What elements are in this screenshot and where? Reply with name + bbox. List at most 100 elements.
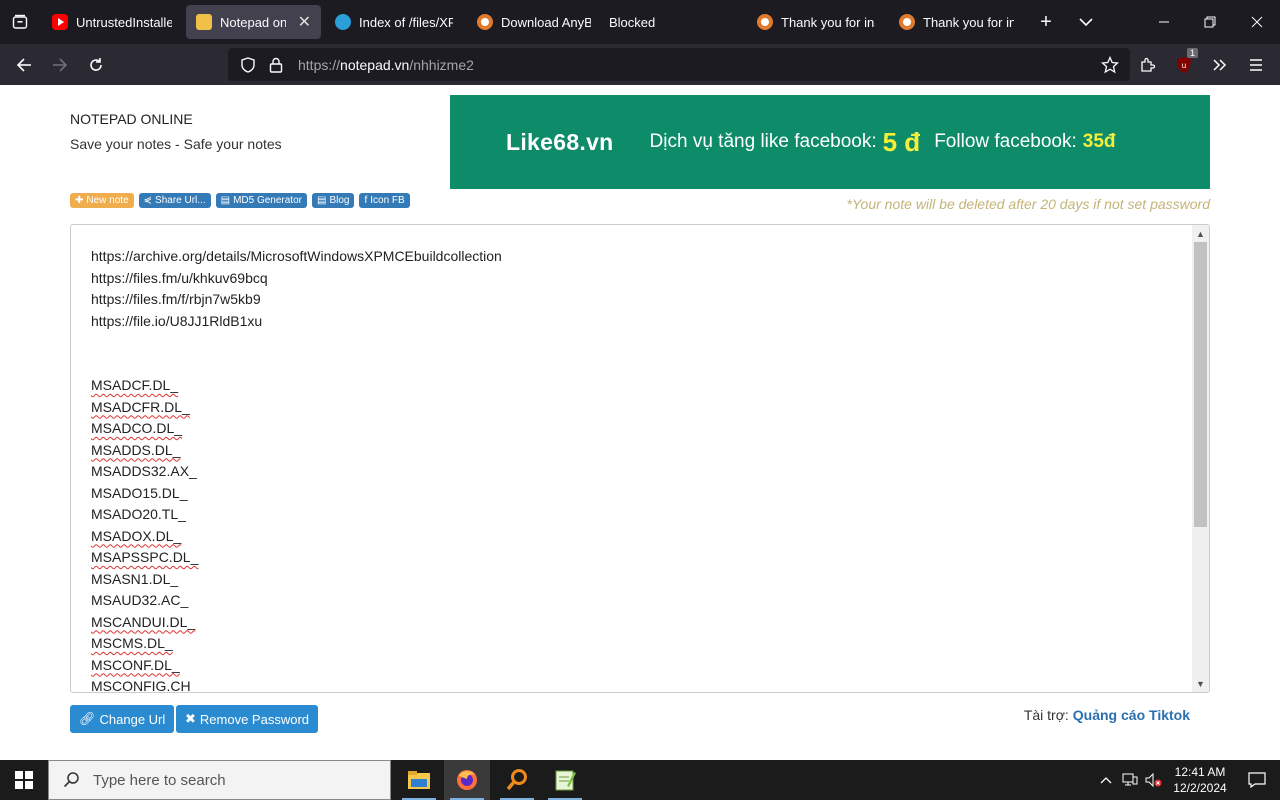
close-tab-icon[interactable]: ✕ (298, 12, 311, 32)
tab-blocked[interactable]: Blocked (605, 5, 743, 39)
minimize-button[interactable] (1141, 0, 1187, 44)
network-icon[interactable] (1118, 760, 1142, 800)
notepad-plus-taskbar-button[interactable] (542, 760, 588, 800)
site-title[interactable]: NOTEPAD ONLINE (70, 111, 193, 127)
md5-generator-button[interactable]: ▤ MD5 Generator (215, 193, 307, 208)
note-line: MSCMS.DL_ (91, 635, 173, 651)
button-label: Remove Password (199, 711, 310, 727)
back-button[interactable] (6, 49, 42, 81)
change-url-button[interactable]: 🔗︎ Change Url (70, 705, 175, 733)
tracking-protection-shield-icon[interactable] (234, 56, 262, 73)
browser-tab-strip: UntrustedInstaller Notepad online ✕ Inde… (0, 0, 1280, 44)
note-line: MSADO15.DL_ (91, 484, 188, 501)
hamburger-menu-icon (1250, 58, 1262, 71)
notification-icon (1248, 772, 1266, 788)
ad-price: 35đ (1082, 131, 1116, 152)
note-textarea[interactable]: https://archive.org/details/MicrosoftWin… (70, 224, 1210, 693)
note-line: MSADDS.DL_ (91, 441, 181, 458)
plus-icon: + (1040, 10, 1052, 33)
file-explorer-taskbar-button[interactable] (396, 760, 442, 800)
arrow-left-icon (16, 57, 31, 72)
volume-muted-icon[interactable] (1142, 760, 1166, 800)
document-icon: ▤ (220, 195, 231, 206)
note-line: MSADCFR.DL_ (91, 398, 190, 415)
search-icon (63, 772, 79, 788)
scroll-down-arrow-icon[interactable]: ▼ (1192, 675, 1209, 692)
share-icon: ⋞ (143, 195, 153, 206)
taskbar-search-box[interactable]: Type here to search (48, 760, 391, 800)
new-note-button[interactable]: ✚ New note (70, 193, 134, 208)
url-text[interactable]: https://notepad.vn/nhhizme2 (298, 57, 474, 73)
close-window-button[interactable] (1234, 0, 1280, 44)
globe-icon (335, 14, 351, 30)
double-chevron-right-icon (1213, 58, 1227, 71)
address-bar[interactable]: https://notepad.vn/nhhizme2 (228, 48, 1130, 81)
list-all-tabs-button[interactable] (1066, 0, 1106, 44)
notifications-button[interactable] (1234, 760, 1280, 800)
note-content[interactable]: https://archive.org/details/MicrosoftWin… (91, 246, 502, 693)
advertisement-banner[interactable]: Like68.vn Dịch vụ tăng like facebook: 5 … (450, 95, 1210, 189)
note-line: MSASN1.DL_ (91, 570, 179, 587)
firefox-taskbar-button[interactable] (444, 760, 490, 800)
share-url-button[interactable]: ⋞ Share Url... (138, 193, 211, 208)
navigation-toolbar: https://notepad.vn/nhhizme2 u 1 (0, 44, 1280, 85)
note-line: MSCANDUI.DL_ (91, 613, 196, 630)
restore-button[interactable] (1187, 0, 1233, 44)
app-menu-button[interactable] (1238, 49, 1274, 81)
tab-thank-you-1[interactable]: Thank you for inst (747, 5, 885, 39)
ublock-origin-button[interactable]: u 1 (1166, 47, 1202, 74)
scroll-thumb[interactable] (1194, 242, 1207, 527)
more-tools-button[interactable] (1202, 49, 1238, 81)
anyrun-icon (757, 14, 773, 30)
ad-price: 5 đ (882, 126, 921, 157)
start-button[interactable] (0, 760, 48, 800)
link-icon: 🔗︎ (79, 711, 96, 726)
tab-untrustedinstaller[interactable]: UntrustedInstaller (42, 5, 182, 39)
lock-icon[interactable] (262, 57, 290, 73)
close-icon (1251, 16, 1263, 28)
tab-index-of-files-xp[interactable]: Index of /files/XP (325, 5, 463, 39)
editor-scrollbar[interactable]: ▲ ▼ (1192, 225, 1209, 692)
tab-download-anyburn[interactable]: Download AnyBu (467, 5, 601, 39)
search-app-icon (506, 769, 527, 791)
search-app-taskbar-button[interactable] (494, 760, 540, 800)
icon-fb-button[interactable]: f Icon FB (359, 193, 410, 208)
extensions-button[interactable] (1130, 49, 1166, 81)
firefox-view-icon (12, 14, 28, 29)
taskbar-clock[interactable]: 12:41 AM 12/2/2024 (1166, 764, 1234, 796)
bookmark-star-icon[interactable] (1096, 55, 1124, 74)
note-line: MSCONFIG.CH (91, 678, 191, 693)
remove-password-button[interactable]: ✖ Remove Password (176, 705, 319, 733)
tab-notepad-online[interactable]: Notepad online ✕ (186, 5, 321, 39)
arrow-right-icon (53, 57, 68, 72)
url-scheme: https:// (298, 56, 341, 73)
forward-button[interactable] (42, 49, 78, 81)
scroll-up-arrow-icon[interactable]: ▲ (1192, 225, 1209, 242)
note-line: MSAUD32.AC_ (91, 592, 189, 608)
blog-button[interactable]: ▤ Blog (311, 193, 355, 208)
sponsor-line: Tài trợ: Quảng cáo Tiktok (1024, 707, 1190, 723)
windows-logo-icon (15, 771, 33, 789)
reload-button[interactable] (78, 49, 114, 81)
clock-date: 12/2/2024 (1173, 781, 1227, 795)
new-tab-button[interactable]: + (1026, 0, 1066, 44)
tab-label: Download AnyBu (501, 14, 591, 30)
note-line: MSADCF.DL_ (91, 377, 179, 393)
firefox-view-button[interactable] (0, 0, 40, 44)
chevron-down-icon (1079, 18, 1093, 27)
deletion-notice: *Your note will be deleted after 20 days… (846, 196, 1210, 212)
anyrun-icon (899, 14, 915, 30)
notepad-plus-icon (555, 770, 576, 791)
show-hidden-icons-chevron-icon[interactable] (1094, 760, 1118, 800)
tab-label: UntrustedInstaller (76, 14, 172, 30)
note-line: https://archive.org/details/MicrosoftWin… (91, 248, 502, 264)
ublock-badge: 1 (1186, 47, 1198, 58)
ad-text: Dịch vụ tăng like facebook: (649, 131, 877, 152)
web-page: NOTEPAD ONLINE Save your notes - Safe yo… (0, 85, 1280, 760)
tab-thank-you-2[interactable]: Thank you for inst (889, 5, 1024, 39)
sponsor-link[interactable]: Quảng cáo Tiktok (1073, 707, 1190, 723)
note-line (91, 354, 502, 376)
clock-time: 12:41 AM (1174, 765, 1226, 779)
note-line: https://file.io/U8JJ1RldB1xu (91, 312, 263, 329)
tab-label: Thank you for inst (781, 14, 875, 30)
